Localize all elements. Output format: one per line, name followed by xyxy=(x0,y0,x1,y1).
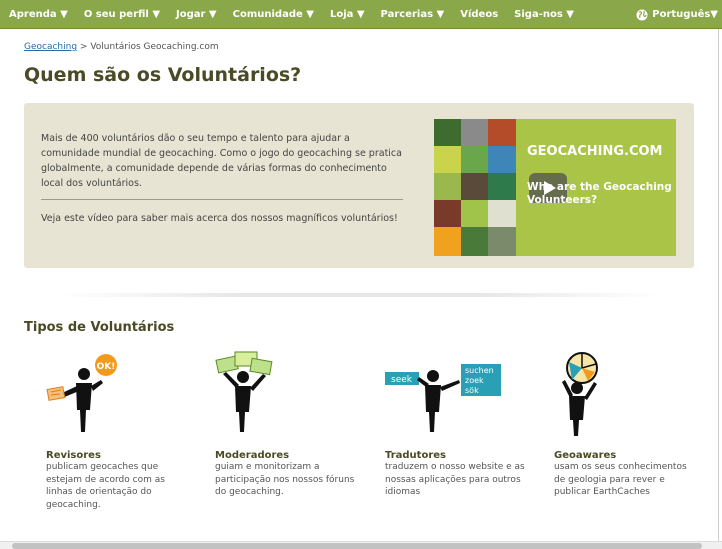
translator-illustration-icon: seek suchen zoek sök xyxy=(385,364,501,432)
volunteer-name: Moderadores xyxy=(215,450,290,461)
intro-paragraph: Mais de 400 voluntários dão o seu tempo … xyxy=(41,133,402,189)
page-title: Quem são os Voluntários? xyxy=(24,64,302,86)
volunteer-description: traduzem o nosso website e as nossas apl… xyxy=(385,462,525,497)
nav-parcerias[interactable]: Parcerias ▼ xyxy=(373,9,453,20)
nav-o-seu-perfil[interactable]: O seu perfil ▼ xyxy=(76,9,168,20)
translator-word-sok: sök xyxy=(465,386,479,395)
video-brand: GEOCACHING.COM xyxy=(527,144,663,159)
volunteer-description: publicam geocaches que estejam de acordo… xyxy=(46,462,165,510)
translator-word-seek: seek xyxy=(391,375,413,385)
intro-panel: Mais de 400 voluntários dão o seu tempo … xyxy=(24,103,694,268)
nav-loja[interactable]: Loja ▼ xyxy=(322,9,373,20)
language-label: Português▼ xyxy=(652,9,718,20)
breadcrumb: Geocaching > Voluntários Geocaching.com xyxy=(24,42,219,52)
volunteer-name: Tradutores xyxy=(385,450,446,461)
volunteers-video[interactable]: GEOCACHING.COM Who are the Geocaching Vo… xyxy=(434,119,676,256)
intro-divider xyxy=(41,199,403,200)
translator-word-suchen: suchen xyxy=(465,366,494,375)
section-divider xyxy=(60,293,660,297)
language-selector[interactable]: Português▼ xyxy=(636,0,718,29)
translator-word-zoek: zoek xyxy=(465,376,484,385)
nav-siga-nos[interactable]: Siga-nos ▼ xyxy=(506,9,582,20)
page-edge xyxy=(718,29,719,541)
nav-comunidade[interactable]: Comunidade ▼ xyxy=(225,9,322,20)
moderator-illustration-icon xyxy=(215,351,273,432)
horizontal-scrollbar[interactable] xyxy=(0,541,722,549)
breadcrumb-separator: > xyxy=(77,42,91,52)
section-title: Tipos de Voluntários xyxy=(24,320,175,335)
breadcrumb-current: Voluntários Geocaching.com xyxy=(90,42,219,52)
volunteer-description: usam os seus conhecimentos de geologia p… xyxy=(554,462,687,497)
geoaware-illustration-icon xyxy=(562,352,598,436)
volunteer-name: Geoawares xyxy=(554,450,617,461)
reviewer-illustration-icon: OK! xyxy=(46,354,117,432)
video-thumbnail-mosaic xyxy=(434,119,516,256)
video-title: Who are the Geocaching Volunteers? xyxy=(527,181,672,206)
reviewer-ok-badge: OK! xyxy=(97,362,116,372)
scrollbar-thumb[interactable] xyxy=(12,543,702,549)
volunteer-name: Revisores xyxy=(46,450,101,461)
intro-cta: Veja este vídeo para saber mais acerca d… xyxy=(41,213,398,224)
top-navigation: Aprenda ▼ O seu perfil ▼ Jogar ▼ Comunid… xyxy=(0,0,722,29)
nav-jogar[interactable]: Jogar ▼ xyxy=(168,9,225,20)
breadcrumb-geocaching-link[interactable]: Geocaching xyxy=(24,42,77,52)
nav-aprenda[interactable]: Aprenda ▼ xyxy=(0,9,76,20)
globe-icon xyxy=(636,9,648,20)
nav-videos[interactable]: Vídeos xyxy=(452,9,506,20)
volunteer-description: guiam e monitorizam a participação nos n… xyxy=(215,462,355,497)
